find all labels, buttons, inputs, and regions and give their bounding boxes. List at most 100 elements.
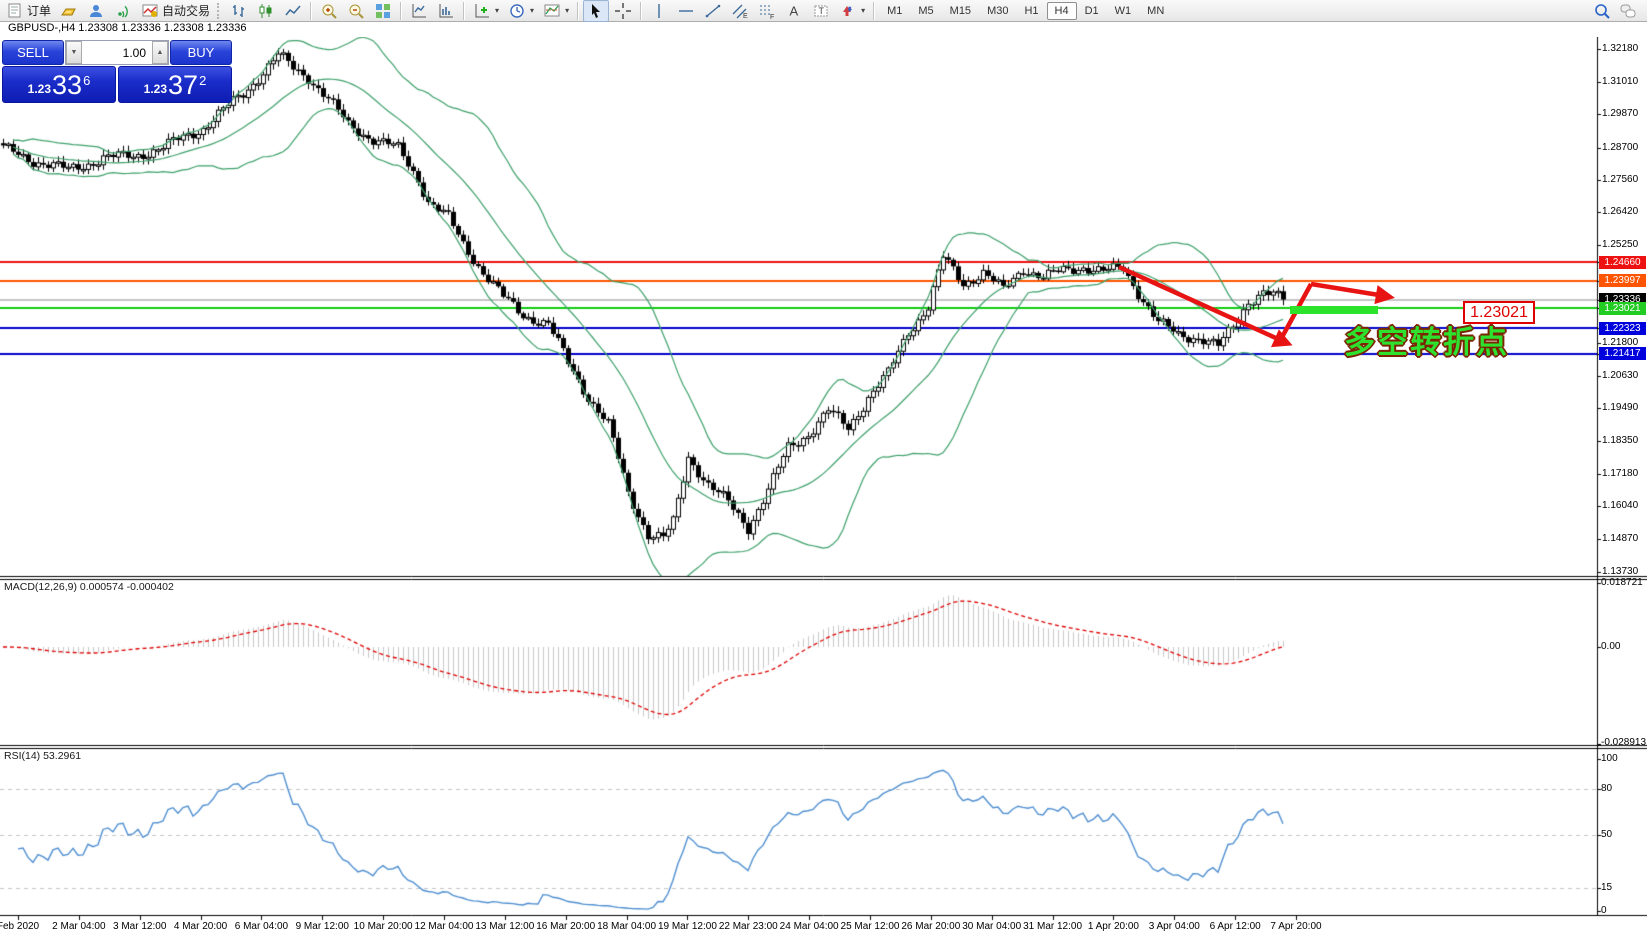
add-indicator-button[interactable]: ▾ [469, 0, 503, 22]
sell-button[interactable]: SELL [2, 40, 64, 65]
indicators-window-button[interactable] [406, 0, 432, 22]
cursor-icon [587, 2, 605, 20]
toolbar-separator [577, 2, 579, 20]
autotrading-icon [141, 2, 159, 20]
new-order-icon [6, 2, 24, 20]
dropdown-caret: ▾ [495, 6, 499, 15]
tab-timeframe-H1[interactable]: H1 [1016, 2, 1046, 20]
vertical-line-icon [650, 2, 668, 20]
crosshair-button[interactable] [610, 0, 636, 22]
chat-button[interactable] [1615, 0, 1641, 22]
svg-text:E: E [743, 13, 748, 20]
clock-icon [508, 2, 526, 20]
horizontal-line-icon [677, 2, 695, 20]
toolbar-separator [463, 2, 465, 20]
volume-input[interactable] [82, 41, 152, 64]
toolbar-separator [310, 2, 312, 20]
new-order-label: 订单 [27, 2, 51, 19]
mt4-window: 订单 自动交易 [0, 0, 1647, 943]
candle-chart-icon [257, 2, 275, 20]
fibonacci-button[interactable]: F [754, 0, 780, 22]
text-button[interactable]: A [781, 0, 807, 22]
buy-price-prefix: 1.23 [144, 82, 167, 96]
tab-timeframe-W1[interactable]: W1 [1107, 2, 1140, 20]
zoom-out-button[interactable] [343, 0, 369, 22]
candle-chart-button[interactable] [253, 0, 279, 22]
equidistant-channel-button[interactable]: E [727, 0, 753, 22]
volume-decrease-button[interactable]: ▼ [66, 41, 82, 64]
community-button[interactable] [83, 0, 109, 22]
toolbar-separator [400, 2, 402, 20]
arrows-icon [839, 2, 857, 20]
cursor-button[interactable] [583, 0, 609, 22]
text-icon: A [785, 2, 803, 20]
search-icon [1593, 2, 1611, 20]
timeframe-group: M1M5M15M30H1H4D1W1MN [879, 2, 1172, 20]
dropdown-caret: ▾ [530, 6, 534, 15]
tab-timeframe-D1[interactable]: D1 [1077, 2, 1107, 20]
dropdown-caret: ▾ [565, 6, 569, 15]
tab-timeframe-M15[interactable]: M15 [942, 2, 979, 20]
fibonacci-icon: F [758, 2, 776, 20]
buy-button[interactable]: BUY [170, 40, 232, 65]
trendline-button[interactable] [700, 0, 726, 22]
gold-button[interactable] [56, 0, 82, 22]
indicators-window-icon [410, 2, 428, 20]
line-chart-button[interactable] [280, 0, 306, 22]
chart-canvas[interactable] [0, 0, 1647, 943]
templates-icon [543, 2, 561, 20]
new-order-button[interactable]: 订单 [2, 0, 55, 22]
tile-windows-button[interactable] [370, 0, 396, 22]
symbol-info: GBPUSD-,H4 1.23308 1.23336 1.23308 1.233… [0, 22, 1647, 37]
volume-stepper: ▼ ▲ [65, 40, 169, 65]
tab-timeframe-M5[interactable]: M5 [910, 2, 941, 20]
vertical-line-button[interactable] [646, 0, 672, 22]
text-label-button[interactable]: T [808, 0, 834, 22]
bar-chart-icon [230, 2, 248, 20]
autotrading-button[interactable]: 自动交易 [137, 0, 214, 22]
bar-chart-button[interactable] [226, 0, 252, 22]
volume-increase-button[interactable]: ▲ [152, 41, 168, 64]
svg-text:A: A [790, 3, 799, 18]
periods-button[interactable]: ▾ [504, 0, 538, 22]
tab-timeframe-H4[interactable]: H4 [1047, 2, 1077, 20]
signals-icon [114, 2, 132, 20]
zoom-in-icon [320, 2, 338, 20]
tab-timeframe-MN[interactable]: MN [1139, 2, 1172, 20]
tab-timeframe-M30[interactable]: M30 [979, 2, 1016, 20]
separate-window-icon [437, 2, 455, 20]
templates-button[interactable]: ▾ [539, 0, 573, 22]
person-icon [87, 2, 105, 20]
toolbar: 订单 自动交易 [0, 0, 1647, 22]
zoom-out-icon [347, 2, 365, 20]
horizontal-line-button[interactable] [673, 0, 699, 22]
toolbar-drag-handle[interactable] [217, 3, 223, 19]
tile-windows-icon [374, 2, 392, 20]
buy-price-point: 2 [199, 73, 206, 88]
sell-price-pips: 33 [52, 73, 82, 99]
gold-bar-icon [60, 2, 78, 20]
separate-window-button[interactable] [433, 0, 459, 22]
line-chart-icon [284, 2, 302, 20]
add-indicator-icon [473, 2, 491, 20]
toolbar-separator [640, 2, 642, 20]
trendline-icon [704, 2, 722, 20]
tab-timeframe-M1[interactable]: M1 [879, 2, 910, 20]
zoom-in-button[interactable] [316, 0, 342, 22]
signals-button[interactable] [110, 0, 136, 22]
svg-text:T: T [819, 6, 825, 16]
arrows-button[interactable]: ▾ [835, 0, 869, 22]
dropdown-caret: ▾ [861, 6, 865, 15]
one-click-trading-panel: SELL ▼ ▲ BUY 1.23 33 6 1.23 37 2 [2, 40, 232, 103]
buy-price-pips: 37 [168, 73, 198, 99]
sell-price-prefix: 1.23 [28, 82, 51, 96]
crosshair-icon [614, 2, 632, 20]
equidistant-channel-icon: E [731, 2, 749, 20]
buy-price-box[interactable]: 1.23 37 2 [118, 66, 232, 103]
autotrading-label: 自动交易 [162, 2, 210, 19]
sell-price-point: 6 [83, 73, 90, 88]
svg-text:F: F [770, 14, 774, 20]
search-button[interactable] [1589, 0, 1615, 22]
sell-price-box[interactable]: 1.23 33 6 [2, 66, 116, 103]
toolbar-separator [873, 2, 875, 20]
